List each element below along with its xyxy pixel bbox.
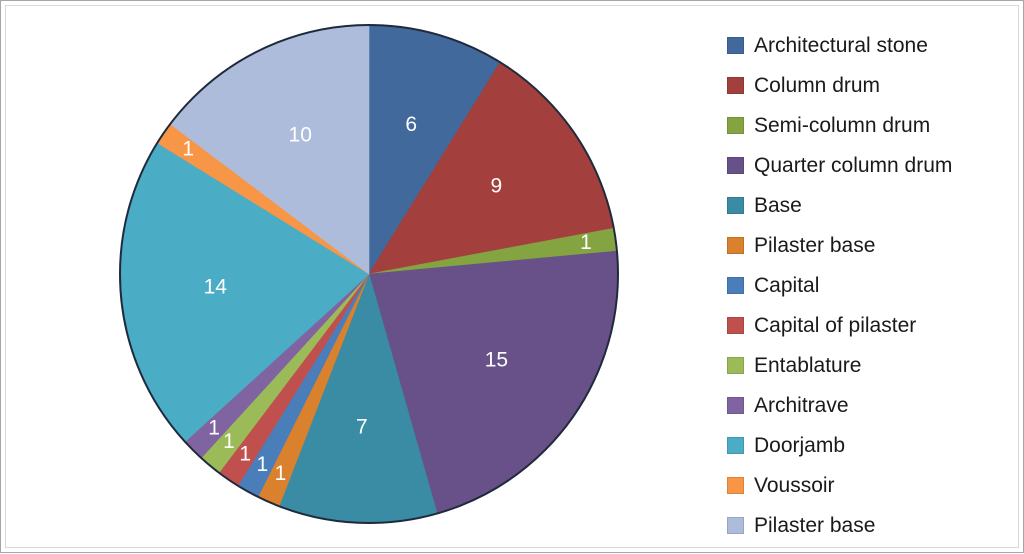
legend-item-label: Column drum [754,73,881,97]
legend-item-label: Architrave [754,393,849,417]
pie-data-label: 1 [182,138,194,161]
legend-item-label: Pilaster base [754,513,876,537]
legend-swatch-icon [727,276,744,294]
legend-swatch-icon [727,436,744,454]
legend-item[interactable]: Architrave [727,385,1017,425]
legend-item-label: Voussoir [754,473,835,497]
pie-data-label: 14 [204,276,228,299]
legend-item[interactable]: Voussoir [727,465,1017,505]
legend-item-label: Doorjamb [754,433,846,457]
legend-swatch-icon [727,196,744,214]
legend-item[interactable]: Entablature [727,345,1017,385]
legend-item-label: Semi-column drum [754,113,931,137]
legend-item[interactable]: Capital of pilaster [727,305,1017,345]
legend-item[interactable]: Column drum [727,65,1017,105]
pie-data-label: 6 [405,113,417,136]
legend-item-label: Base [754,193,802,217]
pie-data-label: 7 [356,416,368,439]
pie-data-label: 9 [491,174,503,197]
legend-item[interactable]: Quarter column drum [727,145,1017,185]
legend-item-label: Architectural stone [754,33,928,57]
pie-plot-area: 6 9 1 15 7 1 1 1 1 1 14 1 10 [1,1,701,554]
legend-item-label: Capital [754,273,820,297]
legend-item-label: Capital of pilaster [754,313,917,337]
legend-item[interactable]: Base [727,185,1017,225]
legend-swatch-icon [727,516,744,534]
legend-swatch-icon [727,396,744,414]
pie-data-label: 1 [223,430,235,453]
legend-item[interactable]: Pilaster base [727,225,1017,265]
legend-swatch-icon [727,36,744,54]
pie-data-label: 1 [275,462,287,485]
legend-item[interactable]: Doorjamb [727,425,1017,465]
legend-item[interactable]: Architectural stone [727,25,1017,65]
legend-swatch-icon [727,356,744,374]
legend-swatch-icon [727,236,744,254]
legend-item[interactable]: Capital [727,265,1017,305]
legend-item[interactable]: Pilaster base [727,505,1017,545]
legend-swatch-icon [727,316,744,334]
legend-swatch-icon [727,76,744,94]
pie-slice-group [119,24,619,524]
legend-item[interactable]: Semi-column drum [727,105,1017,145]
pie-data-label: 1 [580,231,592,254]
pie-chart: 6911571111114110 [119,24,619,524]
legend-item-label: Quarter column drum [754,153,953,177]
pie-data-label: 10 [289,123,312,146]
legend-item-label: Entablature [754,353,862,377]
chart-frame: 6 9 1 15 7 1 1 1 1 1 14 1 10 Architectural stone Colu… [0,0,1024,553]
pie-data-label: 15 [485,349,508,372]
chart-legend: Architectural stone Column drum Semi-colum… [727,25,1017,545]
legend-swatch-icon [727,476,744,494]
legend-swatch-icon [727,156,744,174]
legend-item-label: Pilaster base [754,233,876,257]
pie-data-label: 1 [257,453,269,476]
legend-swatch-icon [727,116,744,134]
pie-data-label: 1 [208,416,220,439]
pie-data-label: 1 [239,442,251,465]
